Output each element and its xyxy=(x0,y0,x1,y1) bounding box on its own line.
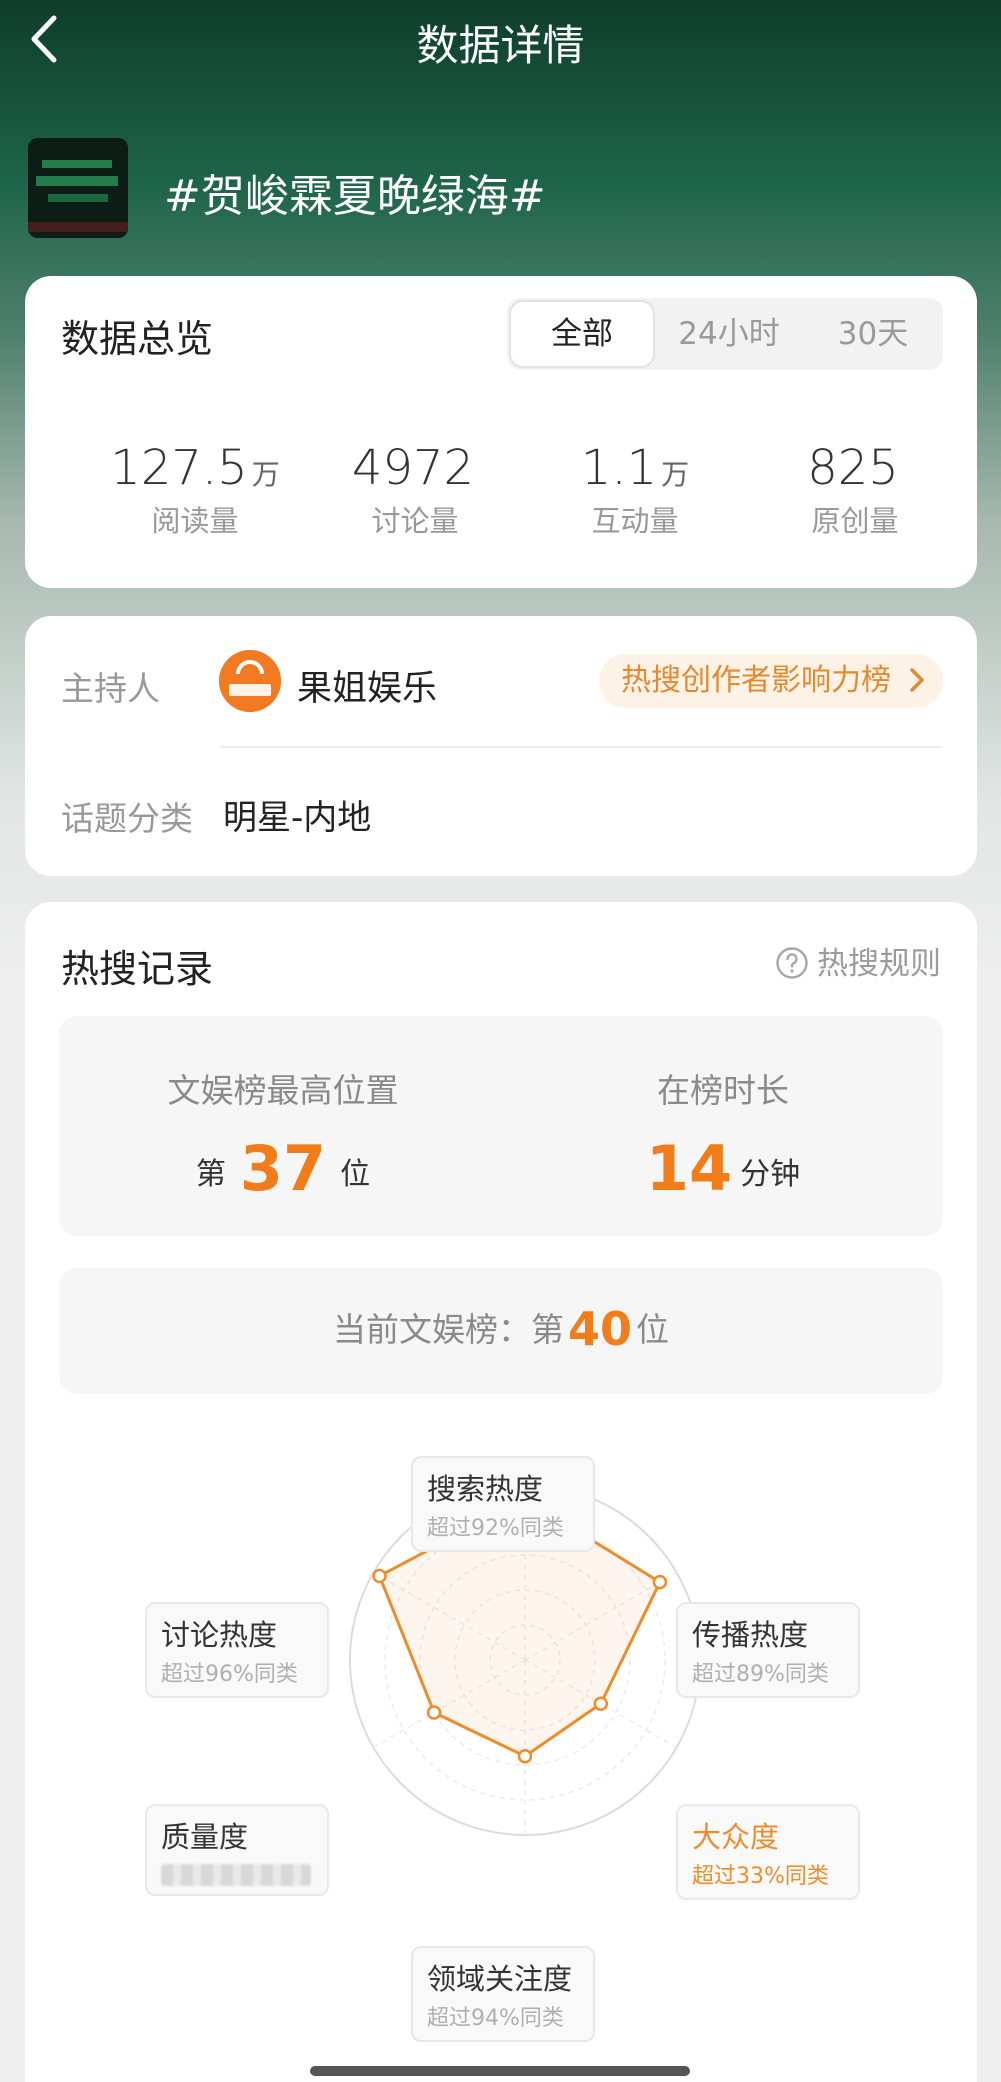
stat-reads: 127.5 万 阅读量 xyxy=(85,440,305,540)
best-suffix: 位 xyxy=(340,1157,371,1192)
tag-sub: 超过89%同类 xyxy=(692,1662,829,1687)
tag-title: 传播热度 xyxy=(692,1618,809,1652)
stat-value: 825 xyxy=(807,440,899,496)
radar-point xyxy=(593,1696,609,1711)
home-indicator xyxy=(310,2066,690,2076)
best-position-value: 37 xyxy=(239,1132,327,1205)
stat-discussions: 4972 讨论量 xyxy=(305,440,525,540)
creator-rank-label: 热搜创作者影响力榜 xyxy=(621,663,891,698)
top-bar: 数据详情 xyxy=(0,0,1001,80)
time-range-tabs: 全部 24小时 30天 xyxy=(507,298,943,370)
hot-record-card: 热搜记录 热搜规则 文娱榜最高位置 第 37 位 在榜时长 14 分钟 当前文娱榜：第… xyxy=(25,902,977,2082)
current-rank-text: 当前文娱榜：第 xyxy=(332,1310,564,1349)
hot-rules-label: 热搜规则 xyxy=(817,946,941,982)
category-label: 话题分类 xyxy=(61,799,193,838)
tab-30d[interactable]: 30天 xyxy=(803,298,943,370)
tag-title: 大众度 xyxy=(692,1820,780,1854)
duration-title: 在榜时长 xyxy=(657,1071,789,1110)
duration-value: 14 xyxy=(645,1132,733,1205)
creator-rank-link[interactable]: 热搜创作者影响力榜 xyxy=(599,654,943,708)
overview-card: 数据总览 全部 24小时 30天 127.5 万 阅读量 4972 讨论量 1.1… xyxy=(25,276,977,588)
radar-tag-popularity: 大众度 超过33%同类 xyxy=(676,1804,860,1900)
radar-tag-domain: 领域关注度 超过94%同类 xyxy=(411,1946,595,2042)
radar-point xyxy=(426,1705,442,1720)
blurred-value xyxy=(161,1864,311,1886)
stat-unit: 万 xyxy=(251,458,280,491)
divider xyxy=(221,746,941,748)
stat-label: 互动量 xyxy=(591,504,679,538)
radar-point xyxy=(517,1749,533,1764)
host-name[interactable]: 果姐娱乐 xyxy=(297,660,437,711)
best-prefix: 第 xyxy=(195,1157,226,1192)
tab-24h[interactable]: 24小时 xyxy=(657,298,801,370)
radar-tag-quality: 质量度 xyxy=(145,1804,329,1896)
current-rank-suffix: 位 xyxy=(636,1310,669,1349)
question-circle-icon xyxy=(776,947,808,979)
tag-sub: 超过94%同类 xyxy=(427,2006,564,2031)
stat-unit: 万 xyxy=(661,458,690,491)
current-rank-value: 40 xyxy=(567,1302,632,1356)
stat-value: 127.5 xyxy=(110,440,248,496)
chart-duration: 在榜时长 14 分钟 xyxy=(523,1064,923,1205)
page-title: 数据详情 xyxy=(416,21,585,70)
overview-title: 数据总览 xyxy=(61,317,214,361)
tag-title: 讨论热度 xyxy=(161,1618,278,1652)
tag-sub: 超过96%同类 xyxy=(161,1662,298,1687)
hot-rules-link[interactable]: 热搜规则 xyxy=(775,938,941,983)
stat-label: 阅读量 xyxy=(151,504,239,538)
stat-value: 4972 xyxy=(351,440,475,496)
stat-interactions: 1.1 万 互动量 xyxy=(525,440,745,540)
best-position-title: 文娱榜最高位置 xyxy=(167,1071,399,1110)
host-label: 主持人 xyxy=(61,669,160,708)
topic-title: #贺峻霖夏晚绿海# xyxy=(164,171,546,222)
tag-sub: 超过92%同类 xyxy=(427,1516,564,1541)
chevron-right-icon xyxy=(909,668,924,692)
stat-label: 讨论量 xyxy=(371,504,459,538)
duration-unit: 分钟 xyxy=(740,1157,801,1192)
radar-tag-search: 搜索热度 超过92%同类 xyxy=(411,1456,595,1552)
topic-thumbnail xyxy=(28,138,128,238)
tag-sub: 超过33%同类 xyxy=(692,1864,829,1889)
stat-label: 原创量 xyxy=(811,504,899,538)
stat-originals: 825 原创量 xyxy=(745,440,965,540)
best-position: 文娱榜最高位置 第 37 位 xyxy=(83,1064,483,1205)
radar-tag-spread: 传播热度 超过89%同类 xyxy=(676,1602,860,1698)
current-rank-box: 当前文娱榜：第40 位 xyxy=(59,1268,943,1394)
radar-point xyxy=(652,1574,668,1590)
radar-point xyxy=(372,1568,387,1584)
category-value: 明星-内地 xyxy=(223,798,372,838)
tag-title: 质量度 xyxy=(161,1820,249,1854)
hot-record-title: 热搜记录 xyxy=(61,947,214,991)
tag-title: 领域关注度 xyxy=(427,1962,573,1996)
radar-tag-discussion: 讨论热度 超过96%同类 xyxy=(145,1602,329,1698)
host-card: 主持人 果姐娱乐 热搜创作者影响力榜 话题分类 明星-内地 xyxy=(25,616,977,876)
stat-value: 1.1 xyxy=(580,440,658,496)
host-avatar[interactable] xyxy=(219,650,281,712)
tab-all[interactable]: 全部 xyxy=(509,300,655,368)
tag-title: 搜索热度 xyxy=(427,1472,544,1506)
ranking-summary: 文娱榜最高位置 第 37 位 在榜时长 14 分钟 xyxy=(59,1016,943,1236)
